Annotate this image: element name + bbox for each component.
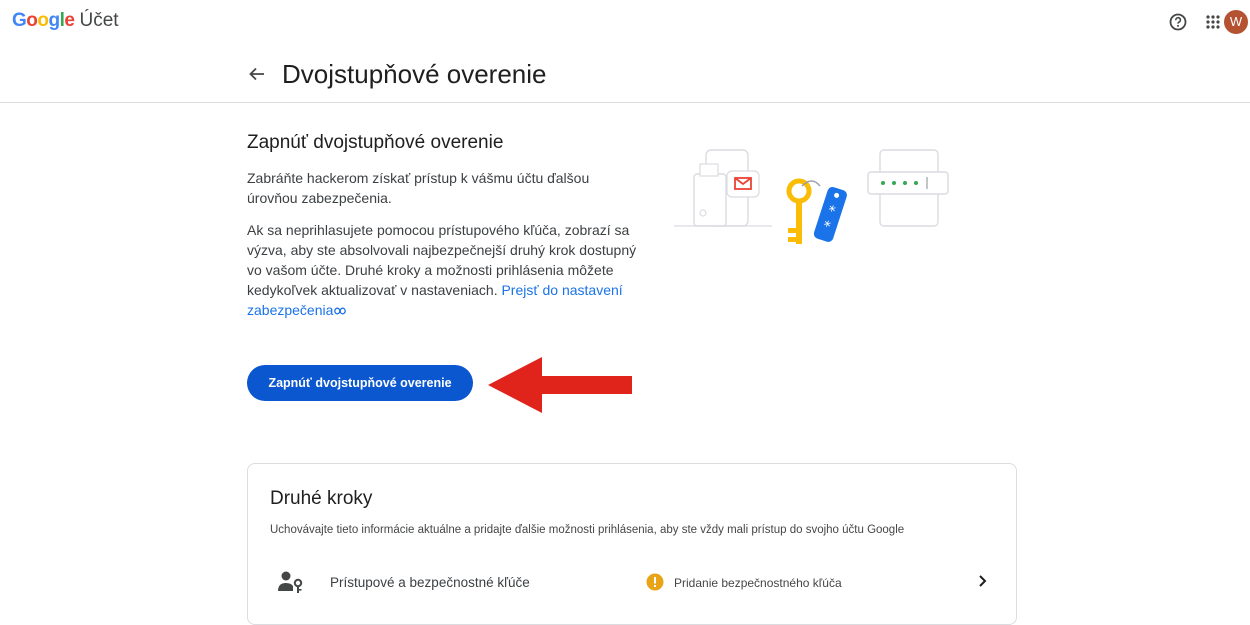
enable-2sv-button[interactable]: Zapnúť dvojstupňové overenie bbox=[247, 365, 473, 401]
enable-2sv-section: Zapnúť dvojstupňové overenie Zabráňte ha… bbox=[247, 132, 637, 332]
back-arrow-icon[interactable] bbox=[246, 63, 268, 85]
page-header: Dvojstupňové overenie bbox=[0, 44, 1250, 103]
card-title: Druhé kroky bbox=[270, 488, 373, 509]
annotation-arrow-icon bbox=[488, 357, 632, 413]
help-icon[interactable] bbox=[1168, 12, 1188, 32]
section-intro: Zabráňte hackerom získať prístup k vášmu… bbox=[247, 170, 590, 206]
link-icon bbox=[334, 307, 347, 315]
passkeys-row[interactable]: Prístupové a bezpečnostné kľúče Pridanie… bbox=[248, 564, 1016, 600]
apps-grid-icon[interactable] bbox=[1203, 12, 1223, 32]
section-heading: Zapnúť dvojstupňové overenie bbox=[247, 132, 504, 153]
chevron-right-icon bbox=[974, 573, 990, 594]
second-steps-card: Druhé kroky Uchovávajte tieto informácie… bbox=[247, 463, 1017, 625]
avatar[interactable]: W bbox=[1224, 10, 1248, 34]
passkey-icon bbox=[278, 570, 304, 599]
top-bar: Google Účet W bbox=[0, 0, 1250, 44]
page-title: Dvojstupňové overenie bbox=[282, 59, 547, 89]
google-logo: Google bbox=[12, 10, 75, 31]
google-account-logo[interactable]: Google Účet bbox=[12, 10, 119, 32]
section-description: Ak sa neprihlasujete pomocou prístupovéh… bbox=[247, 220, 637, 320]
row-label: Prístupové a bezpečnostné kľúče bbox=[330, 575, 530, 590]
security-illustration: * * bbox=[674, 149, 949, 244]
product-name: Účet bbox=[79, 10, 119, 31]
row-status: Pridanie bezpečnostného kľúča bbox=[674, 576, 842, 590]
warning-icon bbox=[646, 573, 664, 596]
card-subtitle: Uchovávajte tieto informácie aktuálne a … bbox=[270, 524, 905, 536]
